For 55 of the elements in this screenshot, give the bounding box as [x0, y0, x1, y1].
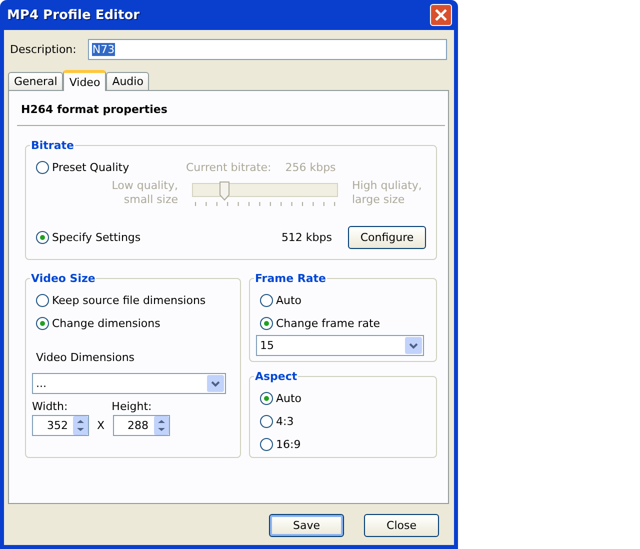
radio-label: Specify Settings — [52, 230, 141, 244]
section-heading: H264 format properties — [17, 91, 445, 126]
slider-min-label: small size — [124, 193, 178, 206]
close-icon — [435, 9, 447, 21]
dropdown-button[interactable] — [207, 375, 224, 392]
bitrate-value: 512 kbps — [281, 230, 332, 244]
spinner-arrows[interactable] — [73, 416, 88, 435]
group-title: Bitrate — [30, 139, 75, 152]
height-field[interactable]: 288 — [112, 415, 170, 436]
bitrate-slider[interactable] — [192, 181, 338, 209]
radio-label: Preset Quality — [52, 161, 130, 174]
tab[interactable]: General — [8, 72, 64, 90]
radio-label: Change dimensions — [52, 317, 160, 330]
field-label: Width: — [32, 400, 68, 413]
description-label: Description: — [10, 42, 76, 56]
current-bitrate-value: 256 kbps — [285, 161, 336, 174]
radio-button[interactable] — [260, 415, 273, 428]
radio-button[interactable] — [260, 294, 273, 307]
radio-button[interactable] — [36, 317, 49, 330]
slider-max-label: large size — [352, 193, 405, 206]
radio-label: Change frame rate — [276, 317, 380, 330]
field-label: Height: — [112, 400, 152, 413]
dialog-button[interactable]: Close — [364, 514, 439, 537]
radio-label: 16:9 — [276, 438, 301, 451]
group-title: Video Size — [30, 272, 96, 285]
radio-button[interactable] — [36, 230, 49, 244]
radio-label: Auto — [276, 392, 302, 405]
window-title: MP4 Profile Editor — [7, 8, 140, 22]
radio-label: 4:3 — [276, 415, 294, 428]
dialog-button[interactable]: Save — [269, 514, 344, 537]
tab[interactable]: Audio — [106, 72, 150, 90]
radio-label: Keep source file dimensions — [52, 294, 206, 307]
radio-label: Auto — [276, 294, 302, 307]
spinner-arrows[interactable] — [154, 416, 169, 435]
description-field[interactable]: N73 — [88, 38, 447, 60]
radio-button[interactable] — [260, 438, 273, 451]
width-field[interactable]: 352 — [32, 415, 89, 436]
slider-thumb[interactable] — [219, 181, 230, 201]
group-title: Frame Rate — [254, 272, 328, 285]
radio-button[interactable] — [36, 161, 49, 174]
frame-rate-dropdown[interactable]: 15 — [256, 335, 424, 356]
slider-min-label: Low quality, — [112, 179, 178, 192]
group-title: Aspect — [254, 370, 298, 383]
times-label: X — [97, 419, 105, 432]
radio-button[interactable] — [260, 317, 273, 330]
dropdown-button[interactable] — [405, 337, 422, 354]
radio-button[interactable] — [260, 392, 273, 405]
field-label: Video Dimensions — [36, 351, 135, 364]
close-button[interactable] — [430, 4, 452, 26]
tab[interactable]: Video — [63, 70, 106, 91]
configure-button[interactable]: Configure — [348, 226, 426, 248]
dimensions-dropdown[interactable]: ... — [32, 373, 226, 394]
slider-max-label: High quliaty, — [352, 179, 422, 192]
radio-button[interactable] — [36, 294, 49, 307]
current-bitrate-label: Current bitrate: — [186, 161, 272, 174]
